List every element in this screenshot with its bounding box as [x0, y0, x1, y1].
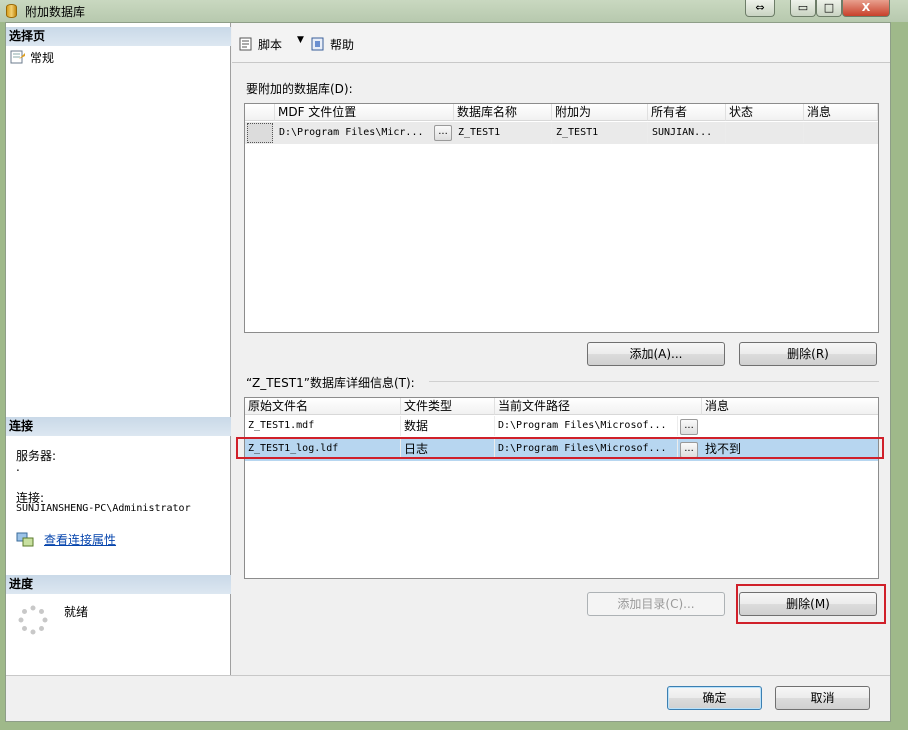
connection-value: SUNJIANSHENG-PC\Administrator [16, 503, 191, 514]
maximize-button[interactable]: □ [816, 0, 842, 17]
server-label: 服务器: [16, 449, 57, 463]
progress-header: 进度 [6, 575, 231, 594]
details-header-type[interactable]: 文件类型 [401, 398, 495, 415]
cell-path[interactable]: D:\Program Files\Microsof... [495, 416, 678, 436]
cell-message [805, 123, 878, 143]
details-grid[interactable]: 原始文件名 文件类型 当前文件路径 消息 Z_TEST1.mdf 数据 D:\P… [244, 397, 879, 579]
page-item-general[interactable]: 常规 [10, 48, 210, 66]
dialog-client: 选择页 常规 连接 服务器: . 连接: SUNJIANSHENG-PC\Adm… [5, 22, 891, 722]
minimize-button[interactable]: ▭ [790, 0, 816, 17]
server-value: . [16, 460, 20, 474]
title-bar: 附加数据库 ⇔ ▭ □ X [0, 0, 908, 22]
databases-to-attach-label: 要附加的数据库(D): [246, 82, 353, 96]
ok-button[interactable]: 确定 [667, 686, 762, 710]
close-button[interactable]: X [842, 0, 890, 17]
grid-header-mdf[interactable]: MDF 文件位置 [275, 104, 454, 121]
details-header-file[interactable]: 原始文件名 [245, 398, 401, 415]
cell-message [702, 416, 878, 436]
chevron-down-icon[interactable]: ▼ [297, 35, 304, 45]
cell-mdf[interactable]: D:\Program Files\Micr... [276, 123, 434, 143]
highlight-box-log-row [236, 437, 884, 459]
view-connection-properties-link[interactable]: 查看连接属性 [44, 531, 116, 548]
grid-header-owner[interactable]: 所有者 [648, 104, 726, 121]
resize-toggle-button[interactable]: ⇔ [745, 0, 775, 17]
browse-mdf-button[interactable]: ... [434, 125, 452, 141]
connection-header: 连接 [6, 417, 231, 436]
cell-owner[interactable]: SUNJIAN... [649, 123, 726, 143]
connection-properties-icon [16, 532, 34, 547]
page-settings-icon [10, 50, 25, 64]
cell-attach-as[interactable]: Z_TEST1 [553, 123, 648, 143]
script-icon [239, 37, 252, 51]
databases-grid[interactable]: MDF 文件位置 数据库名称 附加为 所有者 状态 消息 D:\Program … [244, 103, 879, 333]
add-catalog-button[interactable]: 添加目录(C)... [587, 592, 725, 616]
database-icon [6, 4, 17, 18]
progress-status: 就绪 [64, 605, 89, 619]
browse-path-button[interactable]: ... [680, 419, 698, 435]
grid-header-attach-as[interactable]: 附加为 [552, 104, 648, 121]
help-button[interactable]: 帮助 [310, 35, 370, 53]
table-row[interactable]: Z_TEST1.mdf 数据 D:\Program Files\Microsof… [245, 416, 878, 438]
grid-header-rowselector [245, 104, 275, 121]
grid-header-db-name[interactable]: 数据库名称 [454, 104, 552, 121]
help-icon [311, 37, 324, 51]
page-item-general-label: 常规 [30, 51, 55, 65]
script-label: 脚本 [258, 38, 283, 52]
table-row[interactable]: D:\Program Files\Micr... ... Z_TEST1 Z_T… [245, 122, 878, 144]
grid-header-message[interactable]: 消息 [804, 104, 878, 121]
add-database-button[interactable]: 添加(A)... [587, 342, 725, 366]
remove-database-button[interactable]: 删除(R) [739, 342, 877, 366]
cell-status [727, 123, 804, 143]
row-selector[interactable] [247, 123, 273, 143]
details-header-path[interactable]: 当前文件路径 [495, 398, 702, 415]
cell-db-name[interactable]: Z_TEST1 [455, 123, 552, 143]
left-pane: 选择页 常规 连接 服务器: . 连接: SUNJIANSHENG-PC\Adm… [6, 23, 231, 675]
highlight-box-remove-button [736, 584, 886, 624]
cell-file[interactable]: Z_TEST1.mdf [245, 416, 401, 436]
cell-type[interactable]: 数据 [401, 416, 495, 436]
progress-spinner-icon [18, 605, 48, 635]
toolbar: 脚本 ▼ 帮助 [232, 23, 890, 63]
database-details-label: “Z_TEST1”数据库详细信息(T): [246, 376, 415, 390]
group-divider [429, 381, 879, 382]
script-button[interactable]: 脚本 ▼ [238, 35, 308, 53]
grid-header-status[interactable]: 状态 [726, 104, 804, 121]
window-title: 附加数据库 [25, 5, 86, 19]
cancel-button[interactable]: 取消 [775, 686, 870, 710]
help-label: 帮助 [330, 38, 355, 52]
details-header-message[interactable]: 消息 [702, 398, 878, 415]
select-page-header: 选择页 [6, 27, 231, 46]
footer-divider [6, 675, 890, 676]
